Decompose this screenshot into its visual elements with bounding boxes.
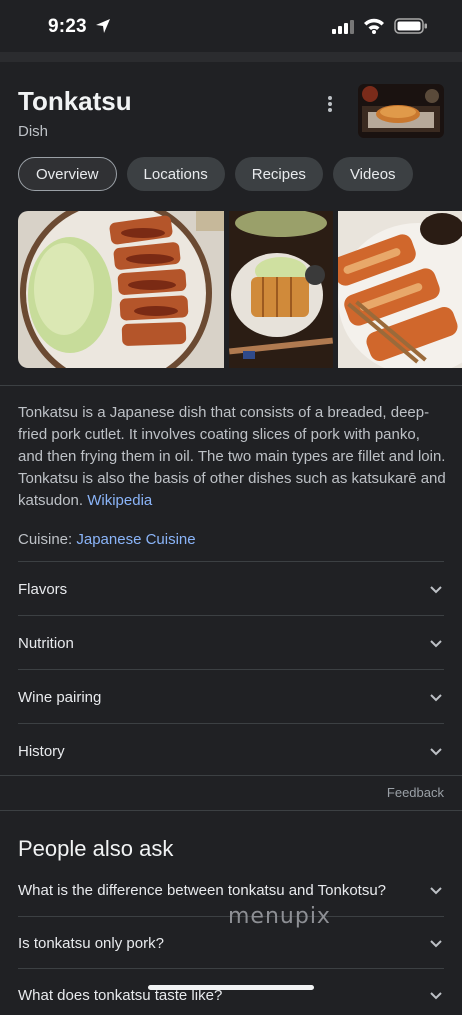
home-indicator[interactable] — [148, 985, 314, 990]
accordion-label: Flavors — [18, 580, 68, 598]
tonkatsu-photo-2[interactable] — [229, 211, 333, 368]
location-arrow-icon — [96, 19, 110, 33]
entity-title: Tonkatsu — [18, 86, 132, 116]
accordion-label: Wine pairing — [18, 688, 102, 706]
tab-overview[interactable]: Overview — [18, 157, 117, 191]
question-text: Is tonkatsu only pork? — [18, 934, 164, 952]
tab-recipes[interactable]: Recipes — [234, 157, 323, 191]
divider — [18, 561, 444, 562]
cuisine-row: Cuisine: Japanese Cuisine — [18, 531, 196, 548]
signal-icon — [332, 20, 354, 34]
cuisine-link[interactable]: Japanese Cuisine — [76, 531, 195, 548]
tonkatsu-photo-1[interactable] — [18, 211, 224, 368]
cuisine-label: Cuisine: — [18, 531, 73, 548]
tab-videos[interactable]: Videos — [332, 157, 413, 191]
feedback-link[interactable]: Feedback — [387, 785, 444, 800]
divider — [0, 810, 462, 811]
entity-thumbnail[interactable] — [358, 84, 444, 138]
divider — [18, 968, 444, 969]
wikipedia-link[interactable]: Wikipedia — [87, 492, 152, 509]
chevron-down-icon — [430, 887, 442, 895]
battery-icon — [394, 18, 427, 34]
paa-question[interactable]: What does tonkatsu taste like? — [18, 975, 444, 1015]
entity-description: Tonkatsu is a Japanese dish that consist… — [18, 402, 446, 512]
accordion-history[interactable]: History — [18, 731, 444, 771]
paa-question[interactable]: Is tonkatsu only pork? — [18, 923, 444, 963]
divider — [18, 669, 444, 670]
status-time: 9:23 — [48, 16, 87, 37]
chevron-down-icon — [430, 694, 442, 702]
tab-locations[interactable]: Locations — [126, 157, 225, 191]
entity-subtitle: Dish — [18, 123, 49, 140]
chevron-down-icon — [430, 640, 442, 648]
description-text: Tonkatsu is a Japanese dish that consist… — [18, 404, 446, 509]
chevron-down-icon — [430, 586, 442, 594]
tab-bar: Overview Locations Recipes Videos — [18, 157, 413, 191]
tonkatsu-photo-3[interactable] — [338, 211, 462, 368]
accordion-nutrition[interactable]: Nutrition — [18, 623, 444, 663]
more-vert-icon[interactable] — [320, 94, 340, 114]
top-divider — [0, 52, 462, 62]
image-carousel[interactable] — [18, 211, 462, 368]
divider — [0, 775, 462, 776]
people-also-ask-title: People also ask — [18, 836, 174, 861]
accordion-flavors[interactable]: Flavors — [18, 569, 444, 609]
accordion-wine-pairing[interactable]: Wine pairing — [18, 677, 444, 717]
question-text: What is the difference between tonkatsu … — [18, 881, 387, 899]
chevron-down-icon — [430, 748, 442, 756]
chevron-down-icon — [430, 940, 442, 948]
accordion-label: Nutrition — [18, 634, 74, 652]
divider — [18, 723, 444, 724]
accordion-label: History — [18, 742, 65, 760]
chevron-down-icon — [430, 992, 442, 1000]
wifi-icon — [364, 18, 384, 34]
status-bar: 9:23 — [0, 0, 462, 52]
watermark: menupix — [228, 904, 331, 929]
section-divider — [0, 385, 462, 386]
divider — [18, 615, 444, 616]
